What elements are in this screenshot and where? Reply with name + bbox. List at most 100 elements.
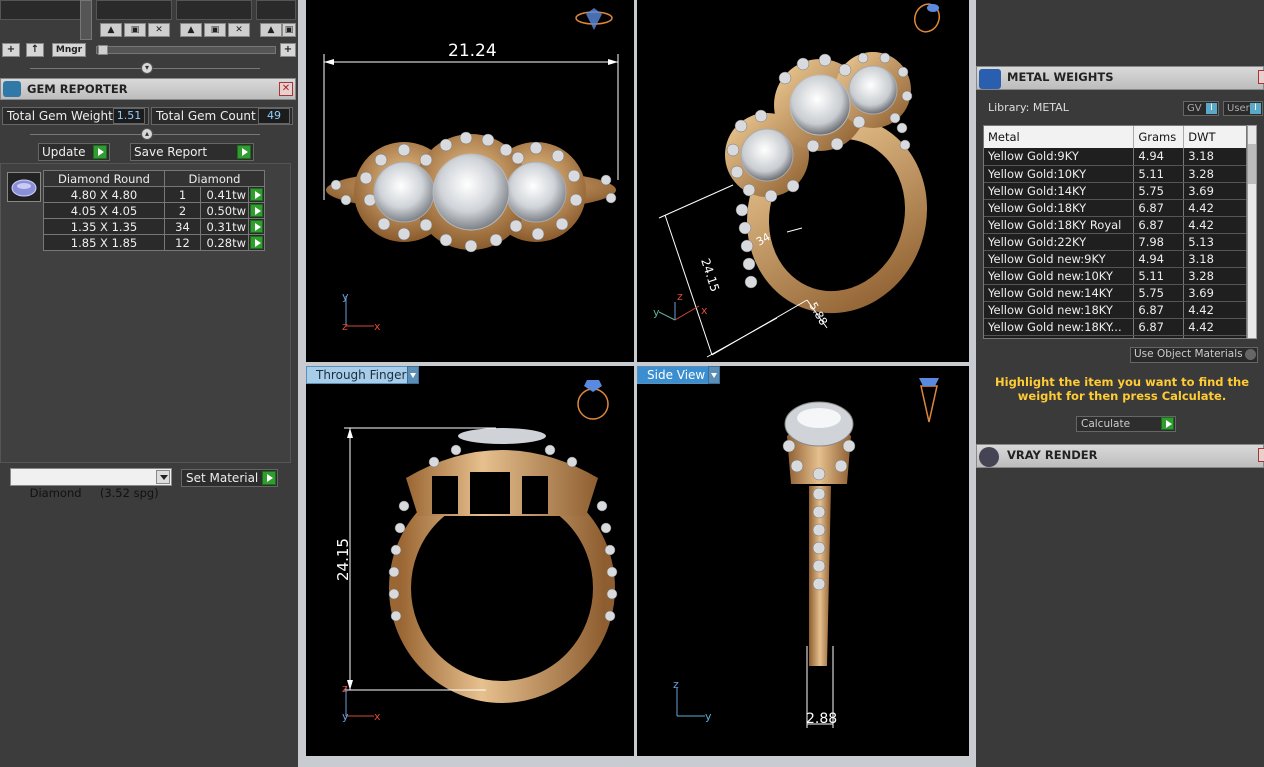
column-header[interactable]: Metal	[984, 126, 1135, 148]
save-icon[interactable]: ▣	[204, 23, 226, 37]
vray-render-title-bar: VRAY RENDER	[976, 444, 1264, 468]
select-gem-button[interactable]	[248, 218, 265, 235]
zoom-slider[interactable]	[96, 46, 276, 54]
table-row[interactable]: Yellow Gold new:22KY7.985.13	[984, 335, 1246, 338]
table-row[interactable]: Yellow Gold:22KY 7.98 5.13	[984, 233, 1246, 251]
toolbar-slot	[96, 0, 172, 20]
total-count-value: 49	[258, 108, 290, 124]
table-row[interactable]: Yellow Gold:14KY 5.75 3.69	[984, 182, 1246, 200]
set-material-button[interactable]: Set Material	[181, 469, 278, 487]
use-object-materials-toggle[interactable]: Use Object Materials	[1130, 347, 1258, 363]
viewport-front[interactable]: 21.24 y z x	[306, 0, 634, 362]
gem-thumbnail[interactable]	[7, 172, 41, 202]
add-button[interactable]: +	[2, 43, 20, 57]
table-row[interactable]: Yellow Gold:18KY Royal 6.87 4.42	[984, 216, 1246, 234]
play-icon	[250, 204, 263, 217]
viewport-side-view[interactable]: 2.88 z y	[637, 366, 969, 756]
save-icon[interactable]: ▣	[124, 23, 146, 37]
collapse-knob-icon[interactable]: ▴	[141, 128, 153, 140]
manager-button[interactable]: Mngr	[52, 43, 86, 57]
table-row[interactable]: 1.85 X 1.85 12 0.28tw	[43, 234, 265, 251]
viewport-label-side-view[interactable]: Side View	[637, 366, 720, 384]
save-icon[interactable]: ▣	[282, 23, 296, 37]
arrow-up-icon[interactable]: ▲	[100, 23, 122, 37]
table-row[interactable]: Yellow Gold new:10KY 5.11 3.28	[984, 267, 1246, 285]
metal-metal-cell: Yellow Gold:18KY	[984, 199, 1135, 217]
gem-count: 2	[164, 202, 201, 219]
chevron-down-icon[interactable]	[407, 366, 419, 384]
close-icon[interactable]	[1258, 448, 1264, 462]
metal-metal-cell: Yellow Gold:22KY	[984, 233, 1135, 251]
table-row[interactable]: Yellow Gold new:9KY 4.94 3.18	[984, 250, 1246, 268]
zoom-plus-button[interactable]: +	[280, 43, 296, 57]
column-header[interactable]: DWT	[1183, 126, 1246, 148]
viewport-label-text: Through Finger	[316, 368, 407, 382]
gem-size: 4.05 X 4.05	[43, 202, 165, 219]
chevron-down-icon	[156, 470, 170, 484]
table-row[interactable]: 4.05 X 4.05 2 0.50tw	[43, 202, 265, 219]
close-icon[interactable]: ✕	[279, 82, 293, 96]
update-button[interactable]: Update	[38, 143, 110, 161]
toggle-indicator: I	[1206, 103, 1217, 114]
gem-count: 34	[164, 218, 201, 235]
ring-orientation-icon	[919, 378, 939, 423]
viewport-through-finger[interactable]: 24.15 z y x	[306, 366, 634, 756]
toolbar-scrollbar[interactable]	[80, 0, 92, 40]
metal-metal-cell: Yellow Gold:9KY	[984, 148, 1135, 166]
metal-weights-title-bar: METAL WEIGHTS	[976, 66, 1264, 90]
collapse-knob-icon[interactable]: ▾	[141, 62, 153, 74]
panel-title: METAL WEIGHTS	[1007, 70, 1114, 84]
user-toggle[interactable]: User I	[1223, 101, 1263, 116]
toolbar-slot	[0, 0, 92, 20]
calculate-button[interactable]: Calculate	[1076, 416, 1176, 432]
metal-dwt-cell: 4.42	[1183, 318, 1246, 336]
save-report-button[interactable]: Save Report	[130, 143, 254, 161]
select-gem-button[interactable]	[248, 186, 265, 203]
axis-y-label: y	[705, 710, 712, 723]
gv-toggle[interactable]: GV I	[1183, 101, 1219, 116]
viewport-label-text: Side View	[647, 368, 706, 382]
calculate-label: Calculate	[1081, 418, 1131, 430]
metal-metal-cell: Yellow Gold new:18KY...	[984, 318, 1135, 336]
metal-grams-cell: 6.87	[1133, 199, 1185, 217]
select-gem-button[interactable]	[248, 202, 265, 219]
left-panel: ▲ ▣ ✕ ▲ ▣ ✕ ▲ ▣ + ↑ Mngr + ▾ GEM REPORTE…	[0, 0, 298, 767]
close-icon[interactable]: ✕	[228, 23, 250, 37]
ring-side-render: 2.88 z y	[673, 378, 939, 728]
scrollbar-thumb[interactable]	[1248, 144, 1256, 184]
viewport-label-through-finger[interactable]: Through Finger	[306, 366, 419, 384]
gem-weight: 0.41tw	[200, 186, 249, 203]
table-row[interactable]: 1.35 X 1.35 34 0.31tw	[43, 218, 265, 235]
metal-grams-cell: 4.94	[1133, 148, 1185, 166]
table-row[interactable]: Yellow Gold new:18KY 6.87 4.42	[984, 301, 1246, 319]
metal-table-scrollbar[interactable]	[1247, 125, 1257, 339]
metal-dwt-cell: 4.42	[1183, 199, 1246, 217]
table-row[interactable]: Yellow Gold new:18KY... 6.87 4.42	[984, 318, 1246, 336]
material-select[interactable]: Diamond (3.52 spg)	[10, 468, 172, 500]
ring-through-finger-render: 24.15 z y x	[334, 380, 618, 723]
metal-metal-cell: Yellow Gold:18KY Royal	[984, 216, 1135, 234]
ring-orientation-icon	[913, 3, 941, 33]
move-up-button[interactable]: ↑	[26, 43, 44, 57]
arrow-up-icon[interactable]: ▲	[180, 23, 202, 37]
viewport-perspective[interactable]: 24.15 5.88 34 z x y	[637, 0, 969, 362]
chevron-down-icon[interactable]	[708, 366, 720, 384]
arrow-up-icon[interactable]: ▲	[260, 23, 282, 37]
axis-x-label: x	[374, 320, 381, 333]
axis-x-label: x	[701, 304, 708, 317]
close-icon[interactable]: ✕	[148, 23, 170, 37]
dimension-label: 24.15	[334, 538, 352, 581]
table-row[interactable]: Yellow Gold:10KY 5.11 3.28	[984, 165, 1246, 183]
column-header[interactable]: Grams	[1133, 126, 1185, 148]
table-row[interactable]: 4.80 X 4.80 1 0.41tw	[43, 186, 265, 203]
select-gem-button[interactable]	[248, 234, 265, 251]
metal-dwt-cell: 5.13	[1183, 335, 1246, 338]
close-icon[interactable]	[1258, 70, 1264, 84]
gem-size: 1.35 X 1.35	[43, 218, 165, 235]
table-row[interactable]: Yellow Gold new:14KY 5.75 3.69	[984, 284, 1246, 302]
metal-grams-cell: 5.75	[1133, 284, 1185, 302]
metal-metal-cell: Yellow Gold:14KY	[984, 182, 1135, 200]
table-row[interactable]: Yellow Gold:18KY 6.87 4.42	[984, 199, 1246, 217]
zoom-slider-thumb[interactable]	[98, 45, 108, 55]
table-row[interactable]: Yellow Gold:9KY 4.94 3.18	[984, 148, 1246, 166]
